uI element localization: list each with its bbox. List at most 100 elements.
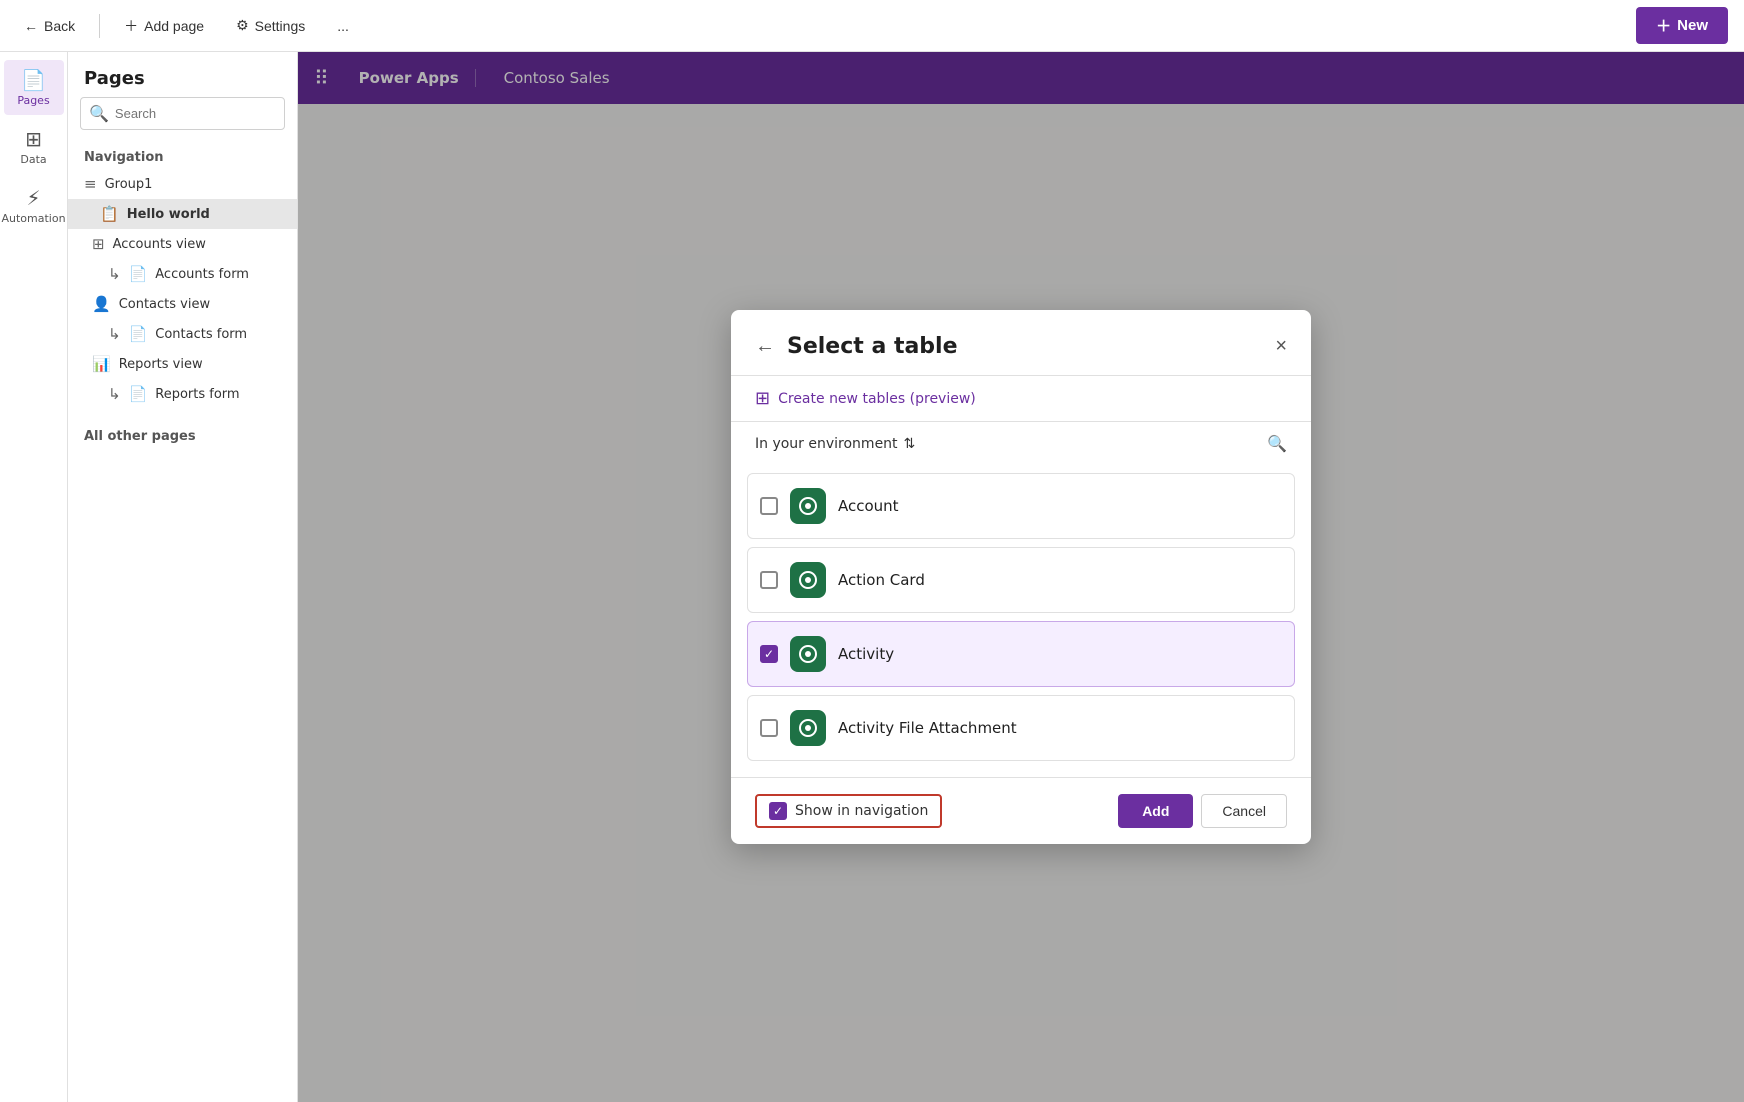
contacts-form-label: Contacts form xyxy=(155,327,247,342)
data-label: Data xyxy=(20,153,46,166)
table-row-account[interactable]: Account xyxy=(747,473,1295,539)
settings-icon: ⚙ xyxy=(236,17,249,34)
footer-buttons: Add Cancel xyxy=(1118,794,1287,828)
settings-label: Settings xyxy=(255,18,306,34)
activity-file-table-icon xyxy=(790,710,826,746)
nav-item-reports-view[interactable]: 📊 Reports view xyxy=(68,349,297,379)
activity-file-label: Activity File Attachment xyxy=(838,719,1017,737)
group1-icon: ≡ xyxy=(84,175,97,193)
navigation-label: Navigation xyxy=(68,142,297,169)
hello-world-icon: 📋 xyxy=(100,205,119,223)
top-bar: ← Back ＋ Add page ⚙ Settings ... ＋ New xyxy=(0,0,1744,52)
add-page-label: Add page xyxy=(144,18,204,34)
show-in-navigation-row[interactable]: ✓ Show in navigation xyxy=(755,794,942,828)
show-nav-checkbox[interactable]: ✓ xyxy=(769,802,787,820)
pages-panel: Pages 🔍 Navigation ≡ Group1 📋 Hello worl… xyxy=(68,52,298,1102)
nav-item-hello-world[interactable]: 📋 Hello world xyxy=(68,199,297,229)
modal-close-icon: × xyxy=(1275,335,1287,357)
pages-icon: 📄 xyxy=(21,68,46,92)
new-plus-icon: ＋ xyxy=(1656,15,1671,36)
add-icon: ＋ xyxy=(124,16,138,36)
action-card-checkbox[interactable] xyxy=(760,571,778,589)
accounts-form-indent: ↳ xyxy=(108,265,121,283)
new-button[interactable]: ＋ New xyxy=(1636,7,1728,44)
automation-icon: ⚡ xyxy=(26,186,40,210)
env-label: In your environment xyxy=(755,436,898,452)
pages-title: Pages xyxy=(68,52,297,97)
add-page-button[interactable]: ＋ Add page xyxy=(116,12,212,40)
account-table-icon xyxy=(790,488,826,524)
nav-item-accounts-form[interactable]: ↳ 📄 Accounts form xyxy=(68,259,297,289)
icon-sidebar: 📄 Pages ⊞ Data ⚡ Automation xyxy=(0,52,68,1102)
table-row-activity[interactable]: ✓ Activity xyxy=(747,621,1295,687)
activity-file-checkbox[interactable] xyxy=(760,719,778,737)
data-icon: ⊞ xyxy=(25,127,42,151)
group1-label: Group1 xyxy=(105,177,153,192)
nav-item-contacts-form[interactable]: ↳ 📄 Contacts form xyxy=(68,319,297,349)
sidebar-item-pages[interactable]: 📄 Pages xyxy=(4,60,64,115)
sidebar-item-automation[interactable]: ⚡ Automation xyxy=(4,178,64,233)
nav-item-contacts-view[interactable]: 👤 Contacts view xyxy=(68,289,297,319)
contacts-view-icon: 👤 xyxy=(92,295,111,313)
accounts-form-label: Accounts form xyxy=(155,267,249,282)
activity-label: Activity xyxy=(838,645,894,663)
hello-world-label: Hello world xyxy=(127,207,210,222)
create-new-label: Create new tables (preview) xyxy=(778,391,976,407)
env-selector[interactable]: In your environment ⇅ xyxy=(755,436,915,452)
select-table-modal: ← Select a table × ⊞ Create new tables (… xyxy=(731,310,1311,844)
sidebar-item-data[interactable]: ⊞ Data xyxy=(4,119,64,174)
reports-form-icon: 📄 xyxy=(129,385,148,403)
contacts-view-label: Contacts view xyxy=(119,297,210,312)
nav-item-reports-form[interactable]: ↳ 📄 Reports form xyxy=(68,379,297,409)
modal-header: ← Select a table × xyxy=(731,310,1311,376)
table-row-action-card[interactable]: Action Card xyxy=(747,547,1295,613)
account-checkbox[interactable] xyxy=(760,497,778,515)
search-box[interactable]: 🔍 xyxy=(80,97,285,130)
reports-view-icon: 📊 xyxy=(92,355,111,373)
more-button[interactable]: ... xyxy=(329,14,357,38)
main-content: ⠿ Power Apps Contoso Sales ← Select a ta… xyxy=(298,52,1744,1102)
contacts-form-icon: 📄 xyxy=(129,325,148,343)
modal-body: Account Action Card ✓ xyxy=(731,465,1311,777)
accounts-view-icon: ⊞ xyxy=(92,235,105,253)
nav-item-accounts-view[interactable]: ⊞ Accounts view xyxy=(68,229,297,259)
modal-back-icon: ← xyxy=(755,335,775,358)
back-button[interactable]: ← Back xyxy=(16,14,83,38)
modal-search-icon[interactable]: 🔍 xyxy=(1267,434,1287,453)
back-label: Back xyxy=(44,18,75,34)
modal-title: Select a table xyxy=(787,334,1275,359)
account-label: Account xyxy=(838,497,899,515)
settings-button[interactable]: ⚙ Settings xyxy=(228,13,313,38)
reports-form-indent: ↳ xyxy=(108,385,121,403)
modal-back-button[interactable]: ← xyxy=(755,335,775,358)
main-layout: 📄 Pages ⊞ Data ⚡ Automation Pages 🔍 Navi… xyxy=(0,52,1744,1102)
modal-footer: ✓ Show in navigation Add Cancel xyxy=(731,777,1311,844)
filter-row: In your environment ⇅ 🔍 xyxy=(731,422,1311,465)
divider1 xyxy=(99,14,100,38)
cancel-button[interactable]: Cancel xyxy=(1201,794,1287,828)
contacts-form-indent: ↳ xyxy=(108,325,121,343)
show-nav-label: Show in navigation xyxy=(795,803,928,819)
new-label: New xyxy=(1677,17,1708,34)
modal-overlay: ← Select a table × ⊞ Create new tables (… xyxy=(298,52,1744,1102)
action-card-table-icon xyxy=(790,562,826,598)
automation-label: Automation xyxy=(1,212,65,225)
more-label: ... xyxy=(337,18,349,34)
table-row-activity-file[interactable]: Activity File Attachment xyxy=(747,695,1295,761)
search-input[interactable] xyxy=(115,106,276,121)
reports-view-label: Reports view xyxy=(119,357,203,372)
create-new-tables-row[interactable]: ⊞ Create new tables (preview) xyxy=(731,376,1311,422)
accounts-form-icon: 📄 xyxy=(129,265,148,283)
other-pages-label: All other pages xyxy=(68,421,297,448)
search-icon: 🔍 xyxy=(89,104,109,123)
back-icon: ← xyxy=(24,18,38,34)
action-card-label: Action Card xyxy=(838,571,925,589)
nav-item-group1[interactable]: ≡ Group1 xyxy=(68,169,297,199)
activity-table-icon xyxy=(790,636,826,672)
accounts-view-label: Accounts view xyxy=(113,237,206,252)
reports-form-label: Reports form xyxy=(155,387,239,402)
modal-close-button[interactable]: × xyxy=(1275,335,1287,358)
activity-checkbox[interactable]: ✓ xyxy=(760,645,778,663)
chevron-sort-icon: ⇅ xyxy=(904,436,916,452)
add-button[interactable]: Add xyxy=(1118,794,1193,828)
